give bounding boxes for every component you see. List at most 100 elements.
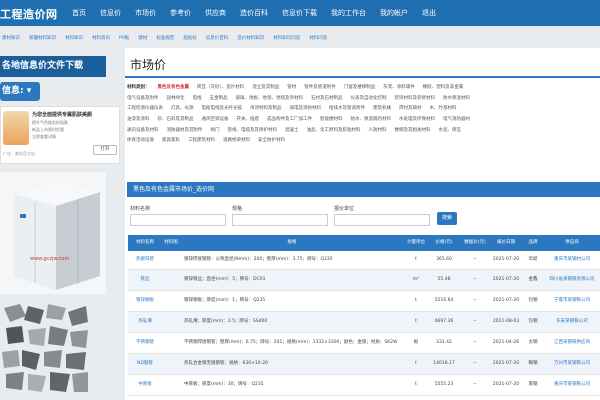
category-item[interactable]: 消防器材及其附件 <box>167 127 203 133</box>
nav-home[interactable]: 首页 <box>72 8 86 18</box>
subnav-link[interactable]: 信息价百科 <box>206 35 229 41</box>
nav-reference-price[interactable]: 参考价 <box>170 8 191 18</box>
nav-cost-wiki[interactable]: 造价百科 <box>240 8 268 18</box>
ad-open-button[interactable]: 打开 <box>93 145 117 155</box>
category-item[interactable]: 安全防护材料 <box>258 137 285 143</box>
category-item[interactable]: 混凝土 <box>285 127 299 133</box>
table-row[interactable]: 热轧薄 热轧薄；厚度(mm)：3.5；牌号：SS400 t 6697.36 --… <box>128 312 600 333</box>
supplier-link[interactable]: 宁夏市某钢铁公司 <box>544 291 600 311</box>
nav-market-price[interactable]: 市场价 <box>135 8 156 18</box>
nav-info-price[interactable]: 信息价 <box>100 8 121 18</box>
subnav-link[interactable]: 建材 <box>138 35 147 41</box>
category-item[interactable]: 水泥、砖瓦 <box>439 127 462 133</box>
material-name-input[interactable] <box>130 214 226 226</box>
category-item[interactable]: 园林绿化 <box>167 95 185 101</box>
category-item[interactable]: 水处理及环保材料 <box>399 116 435 122</box>
material-name[interactable]: 热镀锌管 <box>128 251 162 269</box>
category-item[interactable]: 工程检测仪器仪表 <box>127 105 163 111</box>
subnav-link[interactable]: 新疆材料知识 <box>29 35 56 41</box>
category-item[interactable]: 体育活动设施 <box>127 137 154 143</box>
site-logo[interactable]: 工程造价网 <box>0 6 58 22</box>
category-item[interactable]: 橡胶、塑料及非金属 <box>423 84 464 90</box>
category-item[interactable]: 湿立及其制品 <box>252 84 279 90</box>
category-item[interactable]: 电气设备及附件 <box>127 95 159 101</box>
category-item[interactable]: 通风空调设备 <box>202 116 229 122</box>
material-name[interactable]: 镀锌钢板 <box>128 291 162 311</box>
category-item[interactable]: 黑色及有色金属 <box>158 84 190 90</box>
nav-suppliers[interactable]: 供应商 <box>205 8 226 18</box>
subnav-link[interactable]: 材料知识问答 <box>273 35 300 41</box>
price-unit-input[interactable] <box>334 214 430 226</box>
download-title[interactable]: 各地信息价文件下载 <box>0 56 106 77</box>
table-row[interactable]: 铁丝 镀锌铁丝；直径(mm)：5；牌号：DC01 m² 55.48 -- 202… <box>128 270 600 291</box>
category-item[interactable]: 石材及石材制品 <box>311 95 343 101</box>
category-item[interactable]: 开关、插座 <box>237 116 260 122</box>
supplier-link[interactable]: 重庆市某钢铁公司 <box>544 375 600 395</box>
category-item[interactable]: 五金制品 <box>210 95 228 101</box>
category-item[interactable]: 灯具、光源 <box>171 105 194 111</box>
material-name[interactable]: 中厚板 <box>128 375 162 395</box>
material-name[interactable]: 热轧薄 <box>128 312 162 332</box>
category-item[interactable]: 管材 <box>287 84 296 90</box>
category-item[interactable]: 成品构件及工厂加工件 <box>267 116 312 122</box>
info-dropdown-button[interactable]: 信息: ▾ <box>0 82 40 101</box>
table-row[interactable]: 不锈钢管 不锈钢焊接钢管；壁厚(mm)：6.75；牌号：201；规格(mm)：1… <box>128 333 600 354</box>
category-item[interactable]: 灰浆、涂料辅件 <box>383 84 415 90</box>
category-item[interactable]: 弱电及消防材料 <box>290 105 322 111</box>
table-row[interactable]: 中厚板 中厚板；厚度(mm)：30；牌号：Q235 t 5555.23 -- 2… <box>128 375 600 396</box>
category-item[interactable]: 电线 <box>193 95 202 101</box>
nav-my-account[interactable]: 我的帐户 <box>380 8 408 18</box>
supplier-link[interactable]: 重庆市某钢材公司 <box>544 251 600 269</box>
supplier-link[interactable]: 四川省某钢铁有限公司 <box>544 270 600 290</box>
nav-my-workbench[interactable]: 我的工作台 <box>331 8 366 18</box>
subnav-link[interactable]: PV板 <box>119 35 129 41</box>
subnav-link[interactable]: 招投标 <box>183 35 197 41</box>
supplier-link[interactable]: 万州市某钢铁公司 <box>544 354 600 374</box>
category-item[interactable]: 装饰材料及装修材料 <box>395 95 436 101</box>
subnav-link[interactable]: 建材知识 <box>2 35 20 41</box>
subnav-link[interactable]: 材料资讯 <box>92 35 110 41</box>
category-item[interactable]: 阀门 <box>211 127 220 133</box>
material-name[interactable]: ND钢管 <box>128 354 162 374</box>
category-item[interactable]: 玻璃、地板、地毯、地毯及饰材料 <box>236 95 304 101</box>
category-item[interactable]: 防水保温材料 <box>443 95 470 101</box>
category-item[interactable]: 油漆及涂料 <box>127 116 150 122</box>
nav-logout[interactable]: 退出 <box>422 8 436 18</box>
table-row[interactable]: ND钢管 热轧合金钢无缝钢管；规格：630×10-20 t 14018.17 -… <box>128 354 600 375</box>
category-item[interactable]: 建筑机械 <box>373 105 391 111</box>
category-item[interactable]: 吊顶材料及制品 <box>250 105 282 111</box>
category-item[interactable]: 道路桥梁材料 <box>223 137 250 143</box>
category-item[interactable]: 楼梯及其相关材料 <box>395 127 431 133</box>
table-row[interactable]: 热镀锌管 镀锌焊接钢管：公称直径(Nmm)：200；壁厚(mm)：3.75；牌号… <box>128 251 600 270</box>
advertisement[interactable]: 为您全面提供专属肌肤美颜 提升气色焕发好肌肤 新品上市限时优惠 立即查看详情 打… <box>0 106 120 164</box>
subnav-link[interactable]: 材料问答 <box>309 35 327 41</box>
category-item[interactable]: 焊材及辅材 <box>399 105 422 111</box>
category-item[interactable]: 砖瓦（灰砂）、瓷片材料 <box>197 84 244 90</box>
subnav-link[interactable]: 造价材料知识 <box>237 35 264 41</box>
category-item[interactable]: 油品、化工原料及胶粘材料 <box>307 127 361 133</box>
category-item[interactable]: 人防材料 <box>369 127 387 133</box>
category-item[interactable]: 木、竹基材料 <box>430 105 457 111</box>
category-item[interactable]: 智能楼材料 <box>320 116 343 122</box>
category-item[interactable]: 通讯设备及材料 <box>127 127 159 133</box>
category-item[interactable]: 管件及管道附件 <box>304 84 336 90</box>
category-item[interactable]: 电气消防器材 <box>443 116 470 122</box>
category-item[interactable]: 工程建筑材料 <box>188 137 215 143</box>
category-item[interactable]: 防水、保温隔热材料 <box>351 116 392 122</box>
table-row[interactable]: 镀锌钢板 镀锌钢板；厚度(mm)：1；牌号：Q235 t 5516.64 -- … <box>128 291 600 312</box>
supplier-link[interactable]: 乐安某钢铁公司 <box>544 312 600 332</box>
category-item[interactable]: 门窗及楼梯制品 <box>344 84 376 90</box>
category-item[interactable]: 给排水及管道附件 <box>329 105 365 111</box>
spec-input[interactable] <box>232 214 328 226</box>
category-item[interactable]: 家具家私 <box>162 137 180 143</box>
material-name[interactable]: 不锈钢管 <box>128 333 162 353</box>
search-button[interactable]: 搜索 <box>437 212 457 225</box>
subnav-link[interactable]: 标准规范 <box>156 35 174 41</box>
category-item[interactable]: 管线、电缆及其保护材料 <box>228 127 278 133</box>
subnav-link[interactable]: 材料知识 <box>65 35 83 41</box>
category-item[interactable]: 电缆电线及光纤光缆 <box>202 105 243 111</box>
supplier-link[interactable]: 江西某钢铁供应商 <box>544 333 600 353</box>
material-name[interactable]: 铁丝 <box>128 270 162 290</box>
nav-info-price-download[interactable]: 信息价下载 <box>282 8 317 18</box>
category-item[interactable]: 仪表及自动化控制 <box>351 95 387 101</box>
